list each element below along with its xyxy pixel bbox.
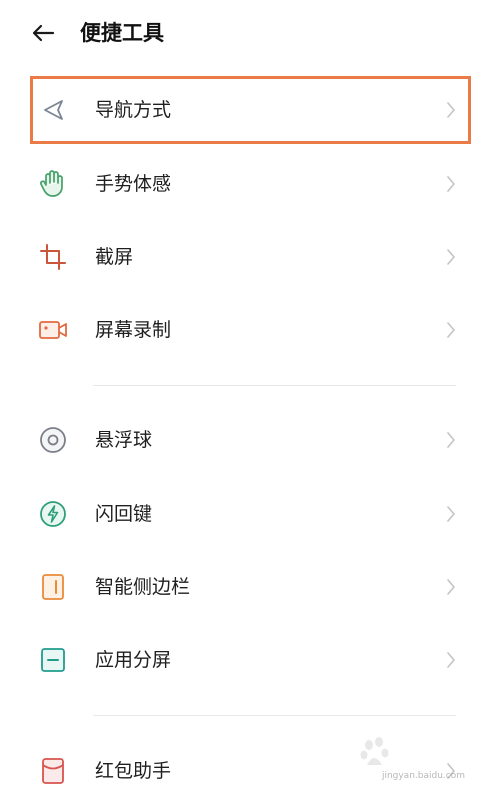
top-bar: 便捷工具: [0, 0, 491, 66]
menu-item-navigation-mode[interactable]: 导航方式: [30, 74, 470, 146]
menu-item-smart-sidebar[interactable]: 智能侧边栏: [30, 551, 470, 623]
menu-item-label: 手势体感: [95, 173, 172, 195]
menu-item-screen-recording[interactable]: 屏幕录制: [30, 294, 470, 366]
back-arrow-icon: [32, 24, 55, 42]
floating-ball-icon: [38, 425, 68, 455]
menu-item-label: 屏幕录制: [95, 319, 172, 341]
menu-item-floating-ball[interactable]: 悬浮球: [30, 404, 470, 476]
chevron-right-icon: [444, 246, 458, 268]
menu-item-label: 应用分屏: [95, 649, 172, 671]
video-record-icon: [38, 315, 68, 345]
menu-item-split-screen[interactable]: 应用分屏: [30, 624, 470, 696]
menu-item-gesture-motion[interactable]: 手势体感: [30, 148, 470, 220]
chevron-right-icon: [444, 649, 458, 671]
menu-item-label: 红包助手: [95, 760, 172, 782]
flashback-bolt-icon: [38, 499, 68, 529]
menu-item-label: 智能侧边栏: [95, 576, 191, 598]
section-divider: [93, 715, 456, 716]
menu-item-label: 闪回键: [95, 503, 153, 525]
chevron-right-icon: [444, 576, 458, 598]
menu-item-label: 截屏: [95, 246, 134, 268]
chevron-right-icon: [444, 173, 458, 195]
menu-item-screenshot[interactable]: 截屏: [30, 221, 470, 293]
smart-sidebar-icon: [38, 572, 68, 602]
crop-screenshot-icon: [38, 242, 68, 272]
navigation-arrow-icon: [38, 95, 68, 125]
chevron-right-icon: [444, 503, 458, 525]
section-divider: [93, 385, 456, 386]
back-button[interactable]: [28, 18, 58, 48]
baidu-watermark-logo: [355, 733, 463, 773]
red-envelope-icon: [38, 756, 68, 786]
chevron-right-icon: [444, 99, 458, 121]
chevron-right-icon: [444, 319, 458, 341]
hand-gesture-icon: [38, 169, 68, 199]
menu-item-flashback-key[interactable]: 闪回键: [30, 478, 470, 550]
split-screen-icon: [38, 645, 68, 675]
watermark-url: jingyan.baidu.com: [381, 771, 465, 781]
chevron-right-icon: [444, 429, 458, 451]
menu-item-label: 悬浮球: [95, 429, 153, 451]
page-title: 便捷工具: [80, 21, 164, 45]
menu-item-label: 导航方式: [95, 99, 172, 121]
